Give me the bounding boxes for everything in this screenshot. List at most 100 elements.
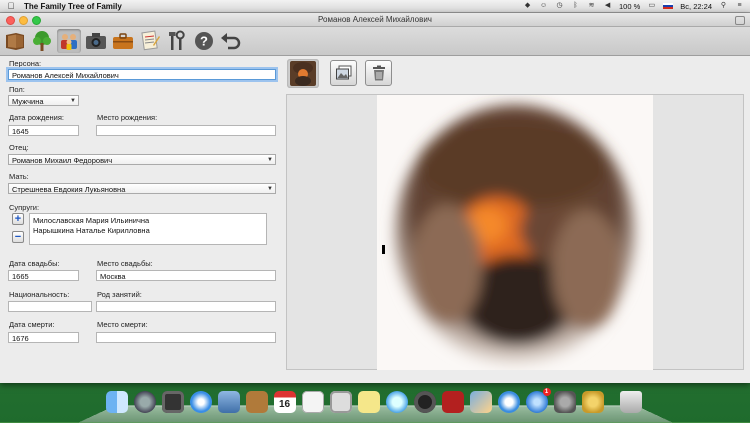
- list-item[interactable]: Милославская Мария Ильинична: [33, 216, 263, 226]
- death-place-label: Место смерти:: [97, 320, 148, 329]
- person-label: Персона:: [9, 59, 42, 68]
- dock: 16 1: [78, 384, 673, 423]
- mission-control-icon[interactable]: [160, 384, 185, 413]
- wedding-place-label: Место свадьбы:: [97, 259, 153, 268]
- apple-menu-icon[interactable]: : [4, 1, 18, 11]
- spouses-list[interactable]: Милославская Мария Ильинична Нарышкина Н…: [29, 213, 267, 245]
- mother-value: Стрешнева Евдокия Лукьяновна: [12, 185, 126, 194]
- app-store-badge: 1: [542, 388, 551, 396]
- app-menu[interactable]: The Family Tree of Family: [24, 2, 122, 11]
- person-name-field[interactable]: Романов Алексей Михайлович: [8, 69, 276, 80]
- clock[interactable]: Вс, 22:24: [680, 2, 712, 11]
- delete-photo-button[interactable]: [365, 60, 392, 86]
- title-bar: Романов Алексей Михайлович: [0, 13, 750, 27]
- messages-icon[interactable]: [384, 384, 409, 413]
- birth-date-label: Дата рождения:: [9, 113, 64, 122]
- person-icon[interactable]: ☺: [539, 2, 548, 10]
- system-preferences-icon[interactable]: [552, 384, 577, 413]
- birth-place-label: Место рождения:: [97, 113, 158, 122]
- photo-booth-icon[interactable]: [440, 384, 465, 413]
- toolbar: ?: [0, 27, 750, 56]
- notes-icon[interactable]: [138, 29, 162, 53]
- battery-percent[interactable]: 100 %: [619, 2, 640, 11]
- dropbox-icon[interactable]: ◆: [523, 2, 532, 10]
- chevron-down-icon: ▼: [267, 157, 273, 163]
- choose-photo-button[interactable]: [330, 60, 357, 86]
- father-value: Романов Михаил Федорович: [12, 156, 113, 165]
- wedding-date-label: Дата свадьбы:: [9, 259, 60, 268]
- fullscreen-button[interactable]: [735, 16, 745, 25]
- remove-spouse-button[interactable]: −: [12, 231, 24, 243]
- family-tree-icon[interactable]: [580, 384, 605, 413]
- mother-label: Мать:: [9, 172, 29, 181]
- death-date-field[interactable]: 1676: [8, 332, 79, 343]
- reminders-icon[interactable]: [300, 384, 325, 413]
- resize-handle[interactable]: [382, 245, 385, 254]
- portrait-image: [377, 95, 653, 370]
- photo-icon: [335, 65, 351, 80]
- safari-icon[interactable]: [188, 384, 213, 413]
- chevron-down-icon: ▼: [70, 98, 76, 104]
- iphoto-icon[interactable]: [468, 384, 493, 413]
- contacts-icon[interactable]: [244, 384, 269, 413]
- nationality-field[interactable]: [8, 301, 92, 312]
- tree-icon[interactable]: [30, 29, 54, 53]
- spouses-label: Супруги:: [9, 203, 40, 212]
- battery-icon[interactable]: ▭: [647, 2, 656, 10]
- portrait-thumbnail[interactable]: [287, 59, 319, 88]
- book-icon[interactable]: [3, 29, 27, 53]
- add-spouse-button[interactable]: +: [12, 213, 24, 225]
- app-store-icon[interactable]: 1: [524, 384, 551, 413]
- death-date-label: Дата смерти:: [9, 320, 55, 329]
- minimize-button[interactable]: [19, 16, 28, 25]
- tools-icon[interactable]: [165, 29, 189, 53]
- menu-bar:  The Family Tree of Family ◆ ☺ ◷ ᛒ ≋ ◀ …: [0, 0, 750, 13]
- briefcase-icon[interactable]: [111, 29, 135, 53]
- gender-select[interactable]: Мужчина ▼: [8, 95, 79, 106]
- person-form: Персона: Романов Алексей Михайлович Пол:…: [0, 55, 283, 383]
- gender-value: Мужчина: [12, 97, 44, 106]
- status-tray: ◆ ☺ ◷ ᛒ ≋ ◀ 100 % ▭ Вс, 22:24 ⚲ ≡: [523, 0, 744, 12]
- time-machine-icon[interactable]: ◷: [555, 2, 564, 10]
- nationality-label: Национальность:: [9, 290, 70, 299]
- camera-icon[interactable]: [84, 29, 108, 53]
- launchpad-icon[interactable]: [132, 384, 157, 413]
- facetime-icon[interactable]: [412, 384, 437, 413]
- zoom-button[interactable]: [32, 16, 41, 25]
- wifi-icon[interactable]: ≋: [587, 2, 596, 10]
- stickies-icon[interactable]: [356, 384, 381, 413]
- people-icon[interactable]: [57, 29, 81, 53]
- finder-icon[interactable]: [104, 384, 129, 413]
- chevron-down-icon: ▼: [267, 186, 273, 192]
- calendar-icon[interactable]: 16: [272, 384, 297, 413]
- window-title: Романов Алексей Михайлович: [318, 15, 432, 24]
- input-source-icon[interactable]: [663, 2, 674, 10]
- gender-label: Пол:: [9, 85, 25, 94]
- itunes-icon[interactable]: [496, 384, 521, 413]
- list-item[interactable]: Нарышкина Наталье Кирилловна: [33, 226, 263, 236]
- wedding-place-field[interactable]: Москва: [96, 270, 276, 281]
- notification-center-icon[interactable]: ≡: [735, 2, 744, 10]
- occupation-field[interactable]: [96, 301, 276, 312]
- birth-place-field[interactable]: [96, 125, 276, 136]
- dock-icons: 16 1: [104, 384, 643, 413]
- bluetooth-icon[interactable]: ᛒ: [571, 2, 580, 10]
- trash-icon[interactable]: [618, 384, 643, 413]
- father-select[interactable]: Романов Михаил Федорович ▼: [8, 154, 276, 165]
- trash-icon: [372, 65, 385, 81]
- window-controls: [6, 16, 41, 25]
- close-button[interactable]: [6, 16, 15, 25]
- death-place-field[interactable]: [96, 332, 276, 343]
- mother-select[interactable]: Стрешнева Евдокия Лукьяновна ▼: [8, 183, 276, 194]
- father-label: Отец:: [9, 143, 29, 152]
- volume-icon[interactable]: ◀: [603, 2, 612, 10]
- mail-stamp-icon[interactable]: [216, 384, 241, 413]
- wedding-date-field[interactable]: 1665: [8, 270, 79, 281]
- help-icon[interactable]: ?: [192, 29, 216, 53]
- occupation-label: Род занятий:: [97, 290, 142, 299]
- birth-date-field[interactable]: 1645: [8, 125, 79, 136]
- svg-text:?: ?: [200, 34, 208, 49]
- spotlight-icon[interactable]: ⚲: [719, 2, 728, 10]
- undo-icon[interactable]: [219, 29, 243, 53]
- notes-icon[interactable]: [328, 384, 353, 413]
